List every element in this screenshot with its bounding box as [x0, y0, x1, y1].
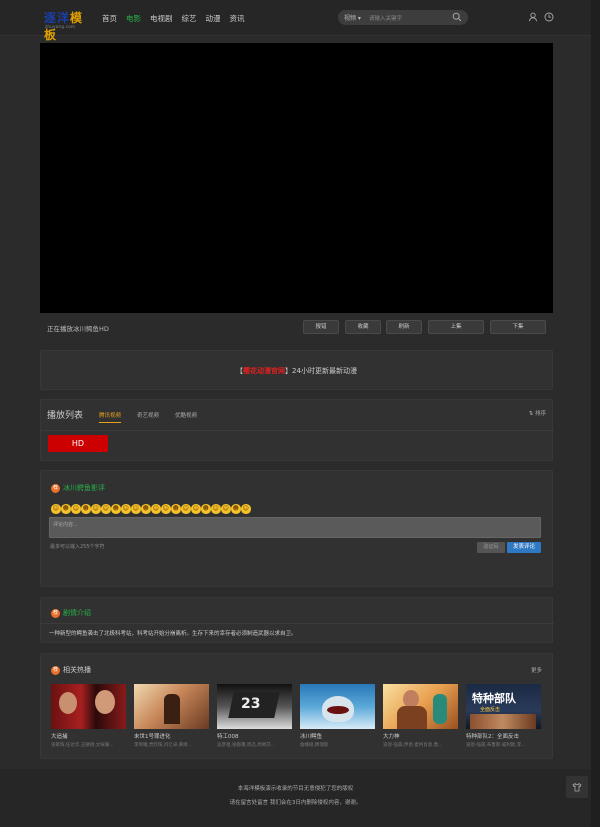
tab-youku[interactable]: 优酷视频 — [175, 411, 197, 419]
synopsis-title: 荐剧情介绍 — [51, 608, 91, 618]
site-footer: 本海洋模板演示收录的节目无意侵犯了您的版权 请在留言处留言 我们会在3日内删除侵… — [0, 769, 591, 827]
footer-contact: 请在留言处留言 我们会在3日内删除侵权内容，谢谢。 — [229, 800, 362, 806]
submit-comment-button[interactable]: 发表评论 — [507, 542, 541, 553]
fire-icon: 荐 — [51, 483, 60, 493]
comment-panel: 荐冰川鳄鱼影评 ☺ ☻ ☺ ☻ ☺ ☺ ☻ ☺ ☺ ☻ ☺ ☺ ☻ ☺ ☺ ☻ ☺ ☺ ☻ ☺ 评论内容... 最多可… — [40, 470, 553, 587]
emoji-icon[interactable]: ☺ — [101, 504, 111, 514]
poster-image[interactable]: 23 — [217, 684, 292, 729]
episode-hd-button[interactable]: HD — [48, 435, 108, 452]
footer-disclaimer: 本海洋模板演示收录的节目无意侵犯了您的版权 — [237, 786, 354, 792]
nav-news[interactable]: 资讯 — [230, 13, 245, 24]
emoji-icon[interactable]: ☻ — [201, 504, 211, 514]
fire-icon: 荐 — [51, 665, 60, 675]
video-player[interactable] — [40, 43, 553, 313]
video-card[interactable]: 末世1号罪进化 李熙曈,贾欣阳,肖亿卓,黄继... — [134, 684, 209, 748]
emoji-icon[interactable]: ☺ — [241, 504, 251, 514]
site-logo[interactable]: 逐洋模板 zhuyang.com — [44, 9, 90, 42]
user-icon[interactable] — [528, 12, 538, 22]
search-type-select[interactable]: 视频 ▾ — [344, 13, 361, 22]
poster-image[interactable] — [134, 684, 209, 729]
tab-tencent[interactable]: 腾讯视频 — [99, 411, 122, 423]
site-header: 逐洋模板 zhuyang.com 首页 电影 电视剧 综艺 动漫 资讯 视频 ▾… — [0, 0, 600, 42]
next-episode-button[interactable]: 下集 — [490, 320, 546, 334]
related-title: 荐相关热播 — [51, 665, 91, 675]
sort-button[interactable]: ⇅ 排序 — [529, 409, 546, 417]
video-card[interactable]: 大追捕 张家辉,任达华,王敏德,文咏珊... — [51, 684, 126, 748]
emoji-icon[interactable]: ☺ — [91, 504, 101, 514]
scrollbar[interactable] — [591, 0, 600, 827]
video-card[interactable]: 大力神 道恩·强森,伊恩·麦柯肖恩,鲁... — [383, 684, 458, 748]
poster-image[interactable] — [51, 684, 126, 729]
search-bar: 视频 ▾ 请输入关键字 — [338, 10, 468, 25]
emoji-icon[interactable]: ☻ — [81, 504, 91, 514]
emoji-icon[interactable]: ☺ — [131, 504, 141, 514]
emoji-icon[interactable]: ☺ — [221, 504, 231, 514]
main-nav: 首页 电影 电视剧 综艺 动漫 资讯 — [102, 13, 254, 24]
comment-title: 荐冰川鳄鱼影评 — [51, 483, 105, 493]
emoji-icon[interactable]: ☻ — [171, 504, 181, 514]
search-input[interactable]: 请输入关键字 — [369, 14, 402, 22]
emoji-icon[interactable]: ☺ — [161, 504, 171, 514]
report-button[interactable]: 报错 — [303, 320, 339, 334]
synopsis-panel: 荐剧情介绍 一种新型的鳄鱼袭击了北极科考站，科考站开始分崩离析。生存下来的幸存者… — [40, 597, 554, 643]
emoji-icon[interactable]: ☻ — [111, 504, 121, 514]
synopsis-text: 一种新型的鳄鱼袭击了北极科考站，科考站开始分崩离析。生存下来的幸存者必须制造武器… — [49, 631, 297, 637]
prev-episode-button[interactable]: 上集 — [428, 320, 484, 334]
emoji-icon[interactable]: ☺ — [181, 504, 191, 514]
emoji-icon[interactable]: ☺ — [191, 504, 201, 514]
video-card[interactable]: 特种部队 全面反击 特种部队2：全面反击 道恩·强森,布鲁斯·威利斯,李... — [466, 684, 541, 748]
nav-tv[interactable]: 电视剧 — [150, 13, 173, 24]
emoji-icon[interactable]: ☺ — [51, 504, 61, 514]
shirt-icon — [572, 782, 582, 792]
emoji-icon[interactable]: ☺ — [211, 504, 221, 514]
emoji-icon[interactable]: ☺ — [71, 504, 81, 514]
refresh-button[interactable]: 刷新 — [386, 320, 422, 334]
related-panel: 荐相关热播 更多 大追捕 张家辉,任达华,王敏德,文咏珊... 末世1号罪进化 … — [40, 653, 553, 759]
emoji-icon[interactable]: ☻ — [141, 504, 151, 514]
back-to-top-button[interactable] — [566, 776, 588, 798]
nav-anime[interactable]: 动漫 — [206, 13, 221, 24]
notice-link[interactable]: 樱花动漫官网 — [243, 367, 285, 375]
tab-iqiyi[interactable]: 奇艺视频 — [137, 411, 159, 419]
video-card[interactable]: 冰川鳄鱼 詹娜硕,穆瑞斯 — [300, 684, 375, 748]
favorite-button[interactable]: 收藏 — [345, 320, 381, 334]
poster-image[interactable]: 特种部队 全面反击 — [466, 684, 541, 729]
playlist-panel: 播放列表 腾讯视频 奇艺视频 优酷视频 ⇅ 排序 HD — [40, 399, 554, 461]
poster-image[interactable] — [300, 684, 375, 729]
nav-movie[interactable]: 电影 — [126, 13, 141, 24]
search-icon[interactable] — [452, 12, 462, 22]
nav-variety[interactable]: 综艺 — [182, 13, 197, 24]
history-icon[interactable] — [544, 12, 554, 22]
video-card[interactable]: 23 特工008 吴彦祖,张懿璠,周迅,周佩莎... — [217, 684, 292, 748]
poster-image[interactable] — [383, 684, 458, 729]
comment-textarea[interactable]: 评论内容... — [49, 517, 541, 538]
sort-icon: ⇅ — [528, 411, 534, 417]
emoji-bar: ☺ ☻ ☺ ☻ ☺ ☺ ☻ ☺ ☺ ☻ ☺ ☺ ☻ ☺ ☺ ☻ ☺ ☺ ☻ ☺ — [51, 504, 251, 514]
fire-icon: 荐 — [51, 608, 60, 618]
emoji-icon[interactable]: ☺ — [121, 504, 131, 514]
comment-tip: 最多可以输入255个字符 — [50, 544, 105, 550]
nav-home[interactable]: 首页 — [102, 13, 117, 24]
playlist-title: 播放列表 — [47, 411, 84, 421]
more-link[interactable]: 更多 — [531, 666, 542, 674]
now-playing-text: 正在播放冰川鳄鱼HD — [47, 325, 109, 333]
notice-banner: 【樱花动漫官网】24小时更新最新动漫 — [40, 350, 553, 390]
emoji-icon[interactable]: ☻ — [61, 504, 71, 514]
captcha-button[interactable]: 验证码 — [477, 542, 505, 553]
emoji-icon[interactable]: ☻ — [231, 504, 241, 514]
emoji-icon[interactable]: ☺ — [151, 504, 161, 514]
